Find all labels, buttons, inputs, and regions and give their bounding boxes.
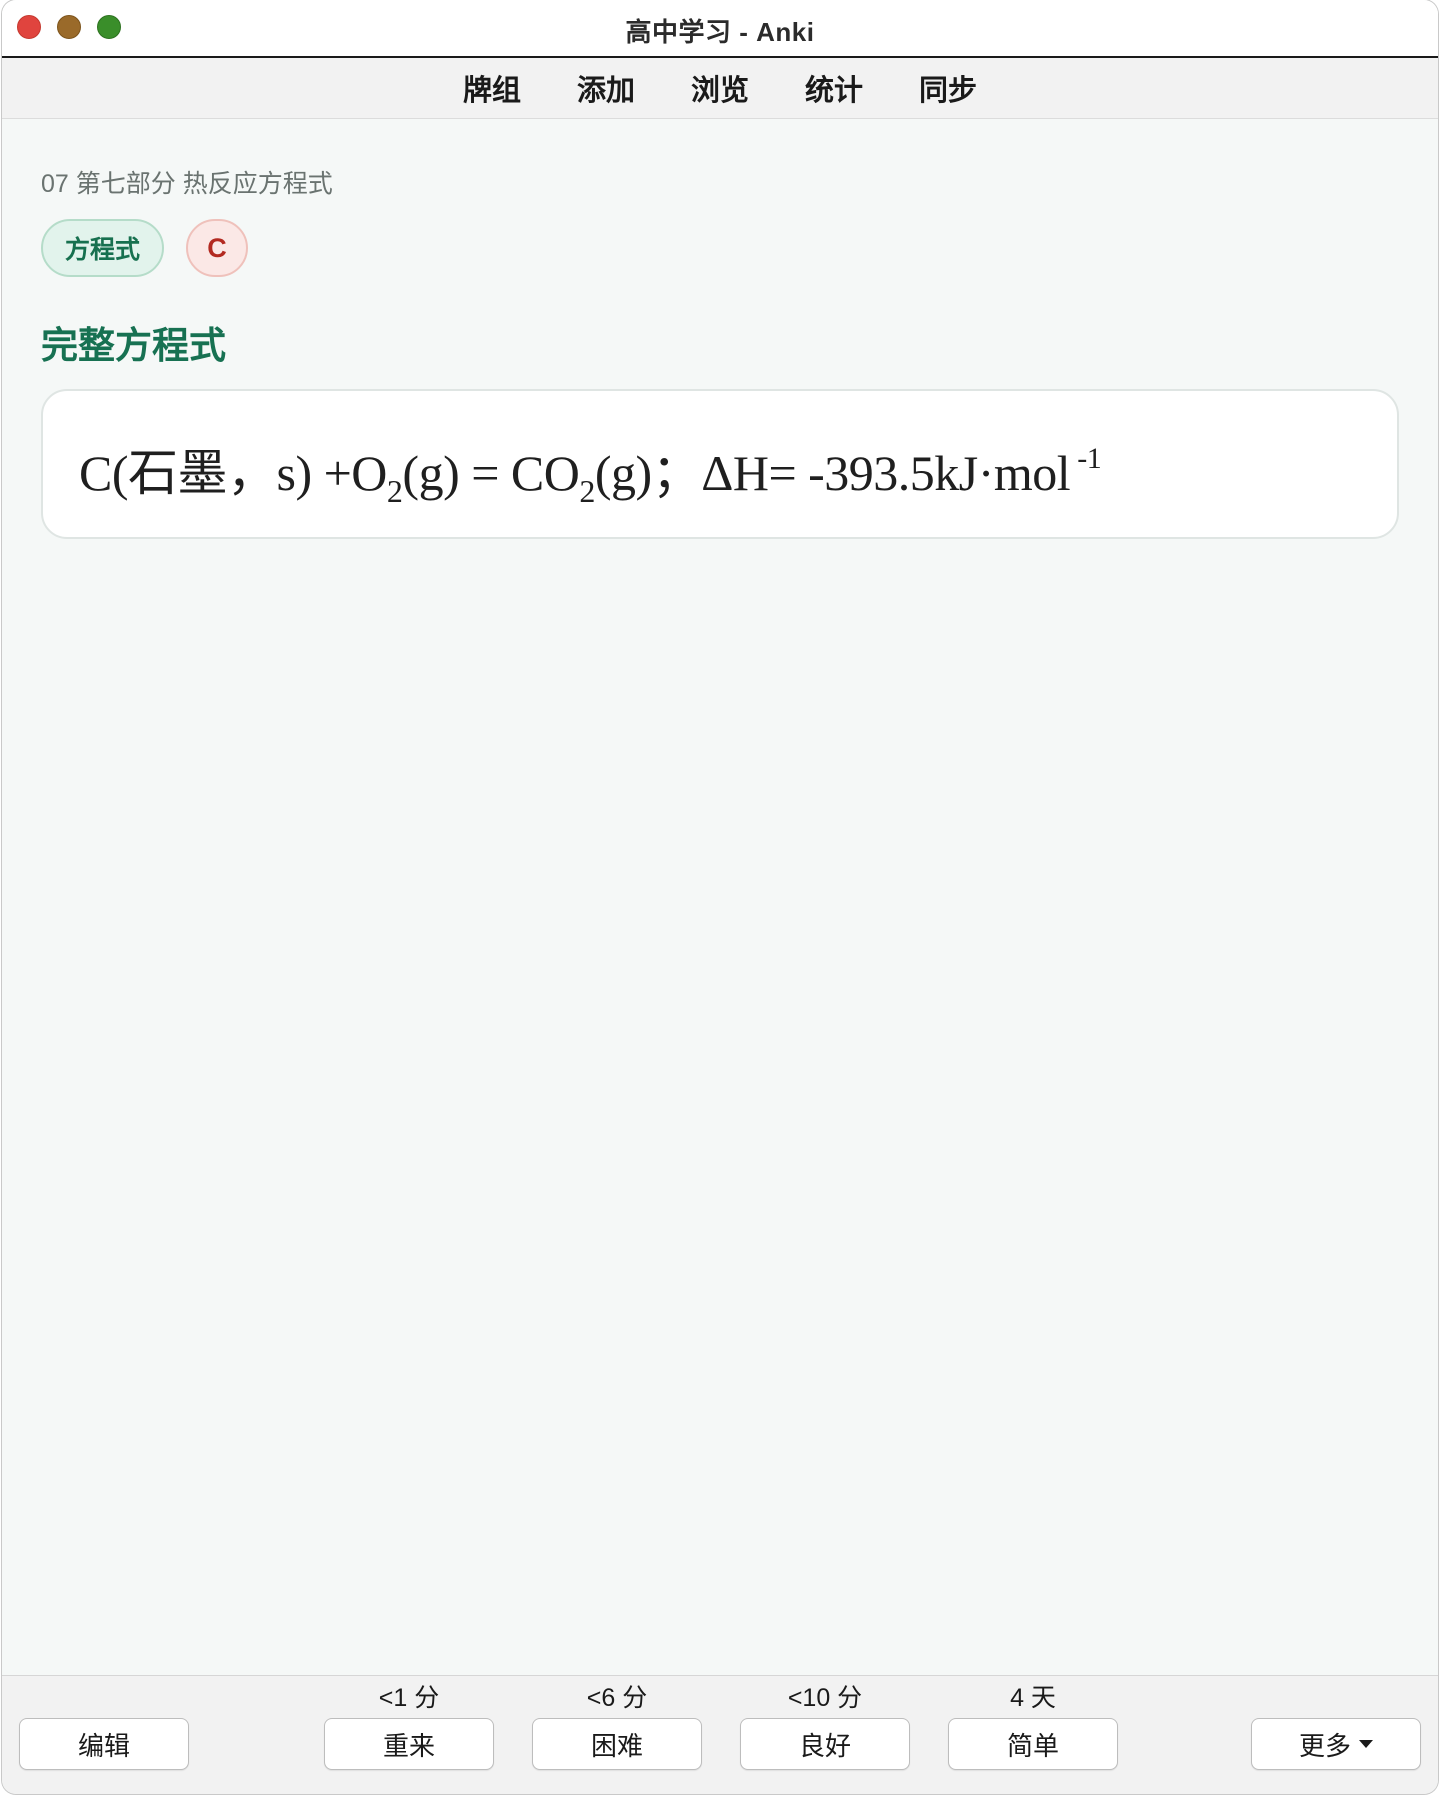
main-toolbar: 牌组 添加 浏览 统计 同步 — [2, 58, 1438, 119]
toolbar-browse[interactable]: 浏览 — [663, 67, 777, 109]
hard-button[interactable]: 困难 — [532, 1718, 702, 1770]
deck-path: 07 第七部分 热反应方程式 — [41, 170, 333, 198]
easy-interval: 4 天 — [1010, 1684, 1056, 1712]
toolbar-sync[interactable]: 同步 — [891, 67, 1005, 109]
hard-interval: <6 分 — [586, 1684, 648, 1712]
toolbar-decks[interactable]: 牌组 — [435, 67, 549, 109]
equation-box: C(石墨，s) +O2(g) = CO2(g)；ΔH= -393.5kJ·mol… — [41, 389, 1399, 539]
equation-subscript-1: 2 — [386, 473, 403, 509]
more-button[interactable]: 更多 — [1251, 1718, 1421, 1770]
good-button[interactable]: 良好 — [740, 1718, 910, 1770]
tag-list: 方程式 C — [41, 219, 249, 277]
more-button-label: 更多 — [1298, 1730, 1351, 1761]
edit-button[interactable]: 编辑 — [19, 1718, 189, 1770]
title-bar: 高中学习 - Anki — [2, 0, 1438, 58]
chevron-down-icon — [1359, 1740, 1373, 1748]
toolbar-add[interactable]: 添加 — [549, 67, 663, 109]
good-interval: <10 分 — [787, 1684, 863, 1712]
card-content: 07 第七部分 热反应方程式 方程式 C 完整方程式 C(石墨，s) +O2(g… — [2, 119, 1438, 1674]
section-title: 完整方程式 — [41, 325, 226, 366]
equation-part-2: (g) = CO — [402, 445, 580, 501]
easy-button[interactable]: 简单 — [948, 1718, 1118, 1770]
thermochemical-equation: C(石墨，s) +O2(g) = CO2(g)；ΔH= -393.5kJ·mol… — [79, 433, 1102, 508]
window-title: 高中学习 - Anki — [625, 17, 815, 47]
equation-subscript-2: 2 — [579, 473, 595, 509]
answer-bar: 编辑 <1 分 重来 <6 分 困难 <10 分 良好 4 天 简单 更多 — [2, 1675, 1438, 1794]
equation-superscript: -1 — [1070, 442, 1102, 475]
toolbar-stats[interactable]: 统计 — [777, 67, 891, 109]
equation-part-1: C(石墨，s) +O — [79, 445, 387, 501]
tag-c: C — [186, 219, 249, 277]
anki-window: 高中学习 - Anki 牌组 添加 浏览 统计 同步 07 第七部分 热反应方程… — [2, 0, 1438, 1794]
again-button[interactable]: 重来 — [324, 1718, 494, 1770]
again-interval: <1 分 — [378, 1684, 440, 1712]
equation-part-3: (g)；ΔH= -393.5kJ·mol — [594, 445, 1071, 501]
tag-equation: 方程式 — [41, 219, 165, 277]
